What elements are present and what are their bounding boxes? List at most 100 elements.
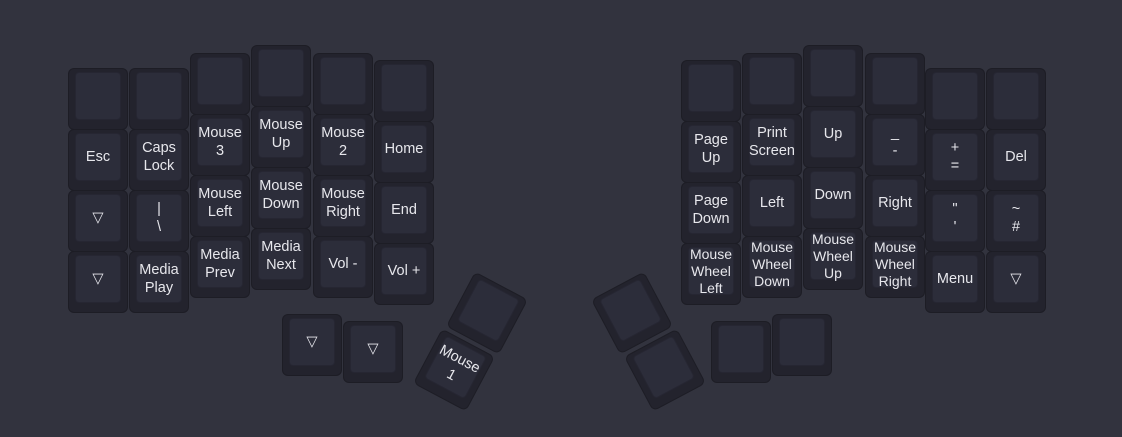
key-label [926, 69, 984, 129]
left-thumb-key-0[interactable]: ▽ [283, 315, 341, 375]
key-label: Vol + [387, 263, 421, 279]
left-key-r3-c3[interactable]: Media Next [252, 229, 310, 289]
right-key-r2-c0[interactable]: Page Down [682, 183, 740, 243]
right-key-r0-c4[interactable] [926, 69, 984, 129]
key-label [866, 54, 924, 114]
key-label: Mouse Wheel Left [689, 245, 733, 296]
right-key-r2-c4[interactable]: " ' [926, 191, 984, 251]
right-key-r1-c2[interactable]: Up [804, 107, 862, 167]
key-label: ▽ [92, 210, 104, 226]
right-thumb-key-2[interactable] [712, 322, 770, 382]
key-label: Mouse Left [198, 186, 242, 220]
left-key-r1-c4[interactable]: Mouse 2 [314, 115, 372, 175]
key-label [252, 46, 310, 106]
key-label: + = [950, 140, 960, 174]
key-label: " ' [952, 201, 958, 235]
left-key-r2-c1[interactable]: | \ [130, 191, 188, 251]
right-key-r1-c5[interactable]: Del [987, 130, 1045, 190]
key-label: Menu [936, 271, 974, 287]
key-label [191, 54, 249, 114]
key-label: _ - [890, 125, 900, 159]
key-label: Home [384, 141, 424, 157]
right-key-r0-c5[interactable] [987, 69, 1045, 129]
key-label: ▽ [1010, 271, 1022, 287]
left-key-r1-c2[interactable]: Mouse 3 [191, 115, 249, 175]
left-key-r3-c4[interactable]: Vol - [314, 237, 372, 297]
key-label: Mouse 3 [198, 125, 242, 159]
left-key-r0-c2[interactable] [191, 54, 249, 114]
right-key-r2-c2[interactable]: Down [804, 168, 862, 228]
key-label: Mouse Wheel Right [873, 238, 917, 289]
key-label: Media Prev [200, 247, 240, 281]
left-key-r3-c1[interactable]: Media Play [130, 252, 188, 312]
left-key-r3-c5[interactable]: Vol + [375, 244, 433, 304]
key-label: Mouse Up [259, 117, 303, 151]
key-label [314, 54, 372, 114]
left-key-r1-c0[interactable]: Esc [69, 130, 127, 190]
key-label: Page Up [694, 132, 728, 166]
key-label: | \ [156, 201, 162, 235]
right-key-r0-c2[interactable] [804, 46, 862, 106]
key-label: Caps Lock [142, 140, 176, 174]
key-label: Page Down [692, 193, 730, 227]
left-key-r2-c5[interactable]: End [375, 183, 433, 243]
left-key-r2-c4[interactable]: Mouse Right [314, 176, 372, 236]
right-key-r0-c3[interactable] [866, 54, 924, 114]
key-label: End [391, 202, 417, 218]
right-key-r1-c0[interactable]: Page Up [682, 122, 740, 182]
left-key-r0-c1[interactable] [130, 69, 188, 129]
right-key-r1-c4[interactable]: + = [926, 130, 984, 190]
left-key-r3-c2[interactable]: Media Prev [191, 237, 249, 297]
key-label: Media Next [261, 239, 301, 273]
key-label [375, 61, 433, 121]
right-key-r3-c4[interactable]: Menu [926, 252, 984, 312]
left-key-r0-c4[interactable] [314, 54, 372, 114]
key-label: Mouse Wheel Down [750, 238, 794, 289]
left-key-r2-c2[interactable]: Mouse Left [191, 176, 249, 236]
key-label: Left [759, 195, 785, 211]
right-key-r2-c5[interactable]: ~ # [987, 191, 1045, 251]
right-key-r3-c0[interactable]: Mouse Wheel Left [682, 244, 740, 304]
left-key-r0-c5[interactable] [375, 61, 433, 121]
left-key-r0-c3[interactable] [252, 46, 310, 106]
right-key-r3-c2[interactable]: Mouse Wheel Up [804, 229, 862, 289]
key-label: Down [814, 187, 852, 203]
key-label: Mouse Wheel Up [811, 230, 855, 281]
key-label: ▽ [306, 334, 318, 350]
left-key-r2-c3[interactable]: Mouse Down [252, 168, 310, 228]
right-thumb-key-3[interactable] [773, 315, 831, 375]
key-label: ~ # [1011, 201, 1021, 235]
left-key-r1-c5[interactable]: Home [375, 122, 433, 182]
right-key-r0-c0[interactable] [682, 61, 740, 121]
key-label [773, 315, 831, 375]
right-key-r1-c3[interactable]: _ - [866, 115, 924, 175]
key-label: Media Play [139, 262, 179, 296]
right-key-r1-c1[interactable]: Print Screen [743, 115, 801, 175]
key-label [682, 61, 740, 121]
key-label [712, 322, 770, 382]
right-key-r2-c1[interactable]: Left [743, 176, 801, 236]
key-label [987, 69, 1045, 129]
left-thumb-key-1[interactable]: ▽ [344, 322, 402, 382]
left-key-r1-c3[interactable]: Mouse Up [252, 107, 310, 167]
key-label: ▽ [92, 271, 104, 287]
right-key-r2-c3[interactable]: Right [866, 176, 924, 236]
key-label: Right [878, 195, 912, 211]
key-label: ▽ [367, 341, 379, 357]
right-key-r3-c5[interactable]: ▽ [987, 252, 1045, 312]
key-label: Del [1005, 149, 1027, 165]
left-key-r1-c1[interactable]: Caps Lock [130, 130, 188, 190]
right-key-r0-c1[interactable] [743, 54, 801, 114]
key-label: Mouse Down [259, 178, 303, 212]
right-key-r3-c1[interactable]: Mouse Wheel Down [743, 237, 801, 297]
left-key-r3-c0[interactable]: ▽ [69, 252, 127, 312]
key-label: Mouse Right [321, 186, 365, 220]
key-label: Print Screen [749, 125, 795, 159]
key-label [804, 46, 862, 106]
key-label [130, 69, 188, 129]
key-label: Esc [85, 149, 111, 165]
left-key-r2-c0[interactable]: ▽ [69, 191, 127, 251]
left-key-r0-c0[interactable] [69, 69, 127, 129]
right-key-r3-c3[interactable]: Mouse Wheel Right [866, 237, 924, 297]
key-label: Mouse 2 [321, 125, 365, 159]
